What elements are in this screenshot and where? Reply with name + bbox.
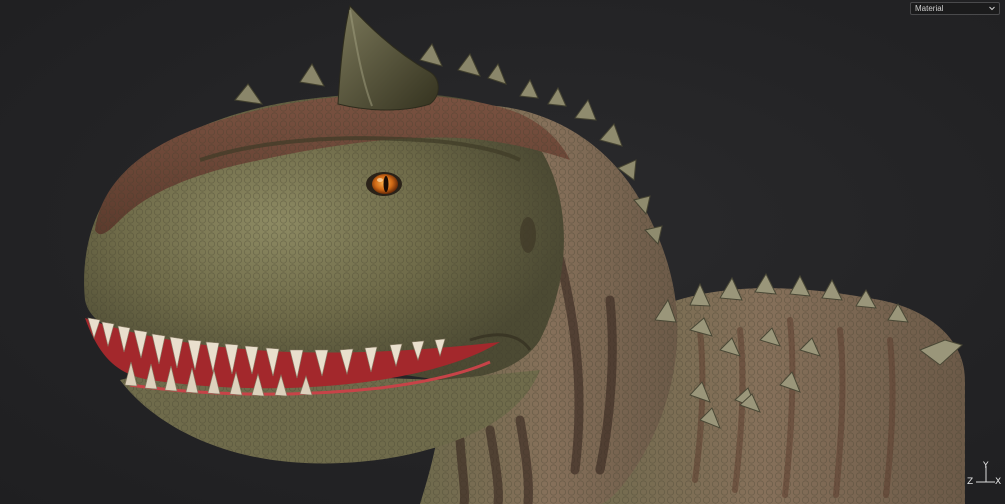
axis-x-label: X [995, 477, 1002, 487]
axis-z-label: Z [967, 477, 974, 487]
axis-y-label: Y [983, 461, 989, 471]
shading-mode-label: Material [915, 4, 944, 13]
shading-mode-select[interactable]: Material [910, 2, 1000, 15]
3d-viewport[interactable]: Material Y X Z [0, 0, 1005, 504]
dinosaur-model[interactable] [0, 0, 1005, 504]
chevron-down-icon [989, 6, 995, 11]
axis-gizmo[interactable]: Y X Z [962, 462, 1002, 502]
